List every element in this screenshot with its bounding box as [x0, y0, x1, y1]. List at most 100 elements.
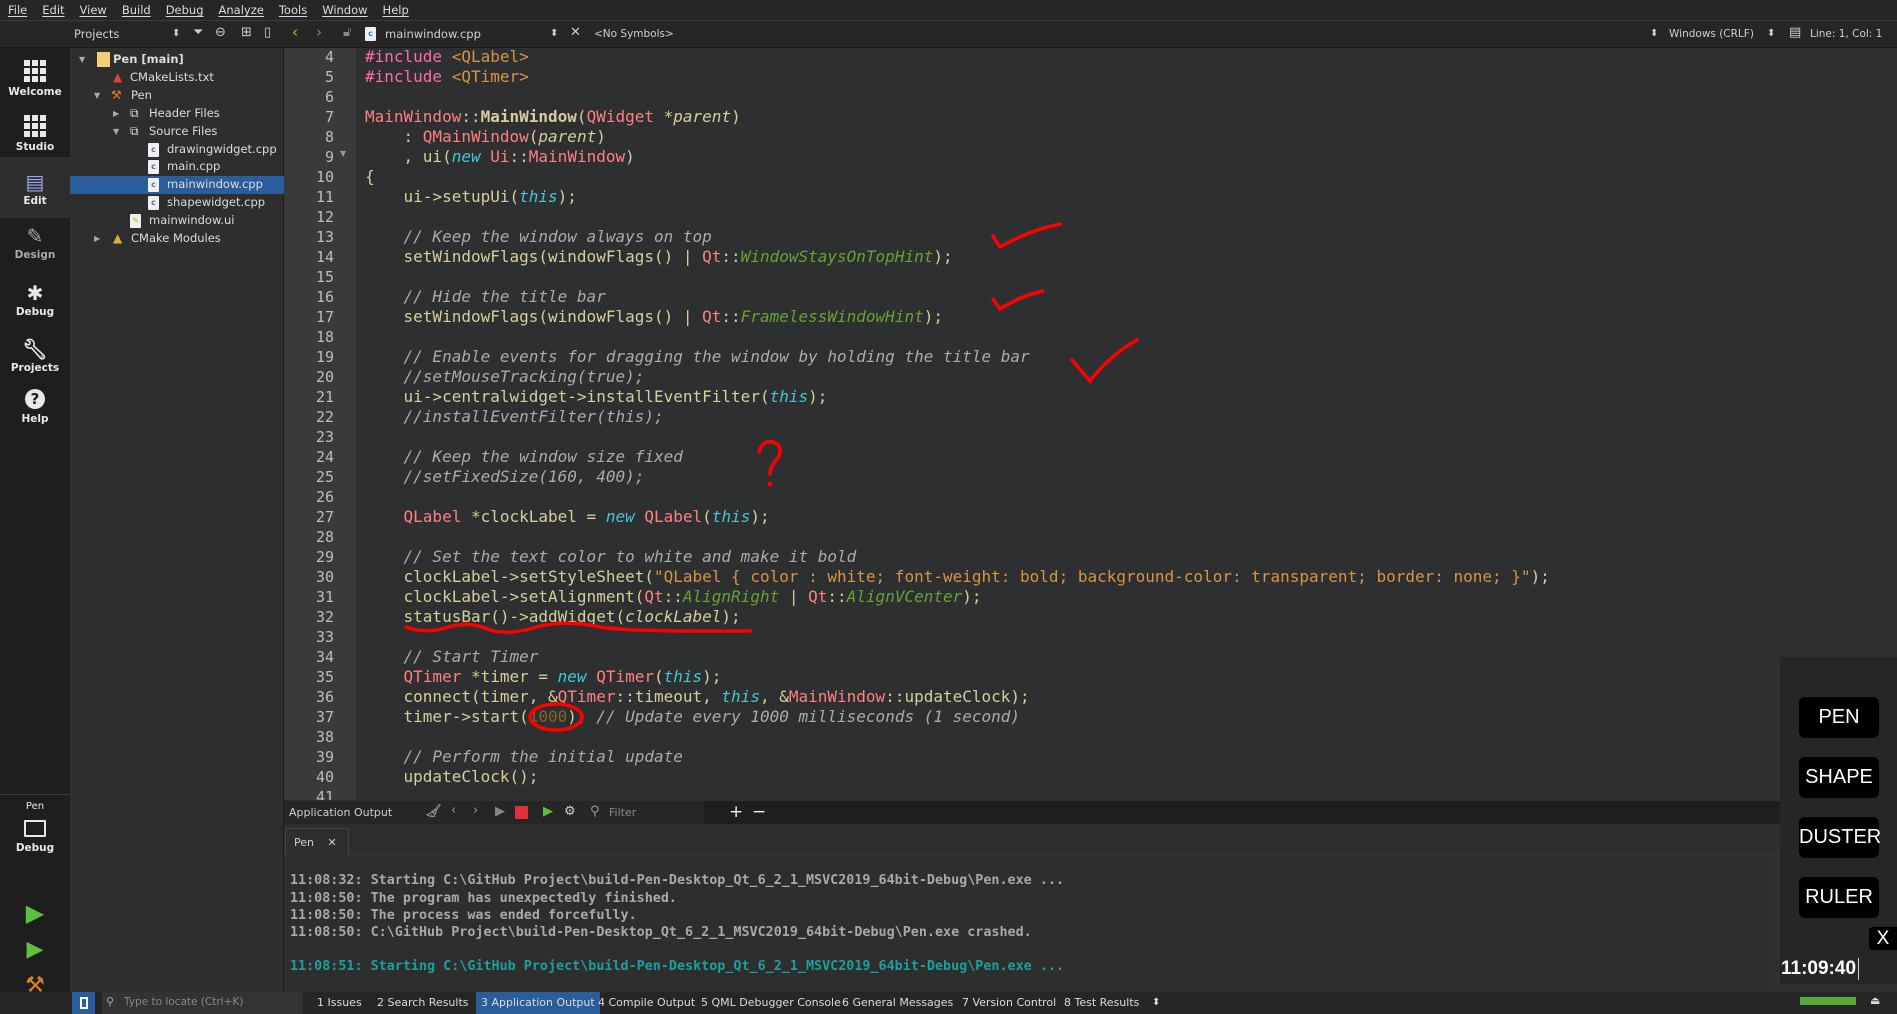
tree-item[interactable]: ▼ Pen [main]	[70, 51, 284, 69]
pane-button[interactable]: 6 General Messages	[842, 996, 953, 1009]
tree-item[interactable]: c drawingwidget.cpp	[70, 141, 284, 159]
lock-icon[interactable]: 🔓︎	[343, 25, 351, 40]
code-token: QLabel	[644, 507, 703, 526]
menu-tools[interactable]: Tools	[279, 3, 307, 17]
rerun-icon[interactable]: ▶	[495, 804, 505, 819]
next-icon[interactable]: ›	[473, 803, 478, 818]
menu-analyze[interactable]: Analyze	[219, 3, 264, 17]
mode-debug[interactable]: ✱ Debug	[0, 280, 70, 318]
symbols-arrows-icon[interactable]: ⬍	[1650, 28, 1658, 39]
close-button[interactable]: X	[1869, 927, 1897, 950]
file-select-arrows-icon[interactable]: ⬍	[550, 28, 558, 39]
shape-button[interactable]: SHAPE	[1799, 757, 1879, 798]
cpp-file-icon: c	[148, 196, 159, 211]
menu-file[interactable]: File	[8, 3, 27, 17]
code-editor[interactable]: 4 #include <QLabel> 5 #include <QTimer> 6 7 Ma…	[284, 48, 1897, 800]
locate-input[interactable]: ⚲ Type to locate (Ctrl+K)	[102, 992, 303, 1014]
tree-item[interactable]: ▶ ▲ CMake Modules	[70, 230, 284, 248]
tree-item[interactable]: ▶ ⧉ Header Files	[70, 105, 284, 123]
menu-view[interactable]: View	[80, 3, 107, 17]
code-token: 1000	[528, 707, 568, 726]
output-log[interactable]: 11:08:32: Starting C:\GitHub Project\bui…	[284, 856, 1774, 992]
document-outline-icon[interactable]: ▤	[1789, 25, 1801, 40]
run-button[interactable]: ▶	[0, 899, 70, 927]
code-line: ui->centralwidget->installEventFilter(th…	[365, 387, 828, 407]
code-token: );	[923, 307, 943, 326]
expanded-arrow-icon[interactable]: ▼	[113, 127, 119, 136]
duster-button[interactable]: DUSTER	[1799, 817, 1881, 858]
mode-projects[interactable]: 🔧︎ Projects	[0, 336, 70, 374]
tree-item[interactable]: c mainwindow.cpp	[70, 176, 284, 195]
toggle-sidebar-button[interactable]	[72, 992, 95, 1014]
clear-output-icon[interactable]: 🧹︎	[425, 804, 442, 819]
prev-icon[interactable]: ‹	[451, 803, 456, 818]
tree-item[interactable]: ▼ ⧉ Source Files	[70, 123, 284, 141]
debug-run-button[interactable]: ▶	[0, 937, 70, 962]
output-filter-input[interactable]: Filter	[609, 806, 636, 819]
ruler-button[interactable]: RULER	[1799, 877, 1879, 918]
pane-button[interactable]: 5 QML Debugger Console	[701, 996, 841, 1009]
tree-item[interactable]: ▲ CMakeLists.txt	[70, 69, 284, 87]
menu-build[interactable]: Build	[122, 3, 151, 17]
line-number: 40	[315, 768, 334, 786]
split-icon[interactable]: ⊞	[241, 25, 252, 40]
symbols-dropdown[interactable]: <No Symbols>	[594, 28, 674, 40]
forward-icon[interactable]: ›	[316, 23, 322, 41]
view-select-arrows-icon[interactable]: ⬍	[172, 28, 180, 39]
menu-help[interactable]: Help	[383, 3, 409, 17]
close-panel-icon[interactable]: ▯	[264, 25, 271, 40]
tree-item-label: drawingwidget.cpp	[167, 141, 277, 156]
line-ending-dropdown[interactable]: Windows (CRLF)	[1669, 28, 1754, 40]
expanded-arrow-icon[interactable]: ▼	[94, 91, 100, 100]
mode-welcome[interactable]: Welcome	[0, 60, 70, 98]
collapsed-arrow-icon[interactable]: ▶	[94, 234, 100, 243]
link-icon[interactable]: ⊖	[215, 25, 226, 40]
code-token: QWidget	[586, 107, 654, 126]
project-icon	[97, 52, 110, 67]
close-tab-icon[interactable]: ✕	[327, 836, 336, 849]
attach-debugger-icon[interactable]: ▶	[543, 804, 553, 819]
open-file-name[interactable]: mainwindow.cpp	[385, 27, 481, 41]
close-file-icon[interactable]: ✕	[570, 25, 581, 40]
mode-studio[interactable]: Studio	[0, 115, 70, 153]
kit-selector[interactable]: Debug	[0, 820, 70, 854]
tree-item[interactable]: ✎ mainwindow.ui	[70, 212, 284, 230]
back-icon[interactable]: ‹	[292, 23, 298, 41]
cursor-position[interactable]: Line: 1, Col: 1	[1810, 28, 1882, 40]
fold-arrow-icon[interactable]: ▼	[340, 149, 346, 158]
filter-icon[interactable]: ⏷	[193, 25, 203, 40]
stop-icon[interactable]	[515, 806, 528, 819]
pane-button[interactable]: 2 Search Results	[377, 996, 469, 1009]
tree-item[interactable]: ▼ ⚒ Pen	[70, 87, 284, 105]
code-token: QMainWindow	[422, 127, 529, 146]
menu-debug[interactable]: Debug	[166, 3, 204, 17]
expanded-arrow-icon[interactable]: ▼	[79, 55, 85, 64]
more-panes-arrows-icon[interactable]: ⬍	[1152, 997, 1160, 1008]
tree-item[interactable]: c shapewidget.cpp	[70, 194, 284, 212]
mode-edit[interactable]: ▤ Edit	[0, 169, 70, 207]
tree-item[interactable]: c main.cpp	[70, 158, 284, 176]
mode-help[interactable]: ? Help	[0, 389, 70, 425]
code-token: FramelessWindowHint	[740, 307, 924, 326]
code-token: //setMouseTracking(true);	[365, 367, 645, 386]
progress-details-icon[interactable]: ⏏	[1870, 994, 1880, 1007]
bug-icon: ✱	[26, 281, 44, 305]
line-number: 41	[315, 788, 334, 800]
pane-button[interactable]: 1 Issues	[317, 996, 362, 1009]
mode-design[interactable]: ✎ Design	[0, 223, 70, 261]
pane-button[interactable]: 7 Version Control	[962, 996, 1056, 1009]
collapsed-arrow-icon[interactable]: ▶	[113, 109, 119, 118]
pane-button[interactable]: 4 Compile Output	[598, 996, 695, 1009]
line-ending-arrows-icon[interactable]: ⬍	[1767, 28, 1775, 39]
pane-button[interactable]: 8 Test Results	[1064, 996, 1139, 1009]
zoom-in-icon[interactable]: +	[729, 802, 743, 822]
settings-gear-icon[interactable]: ⚙	[564, 804, 576, 819]
code-line: // Set the text color to white and make …	[365, 547, 857, 567]
menu-edit[interactable]: Edit	[42, 3, 64, 17]
zoom-out-icon[interactable]: −	[752, 802, 766, 822]
pane-button[interactable]: 3 Application Output	[476, 992, 600, 1014]
code-token: )	[731, 107, 741, 126]
output-tab-pen[interactable]: Pen ✕	[285, 828, 349, 855]
pen-button[interactable]: PEN	[1799, 697, 1879, 738]
menu-window[interactable]: Window	[322, 3, 367, 17]
